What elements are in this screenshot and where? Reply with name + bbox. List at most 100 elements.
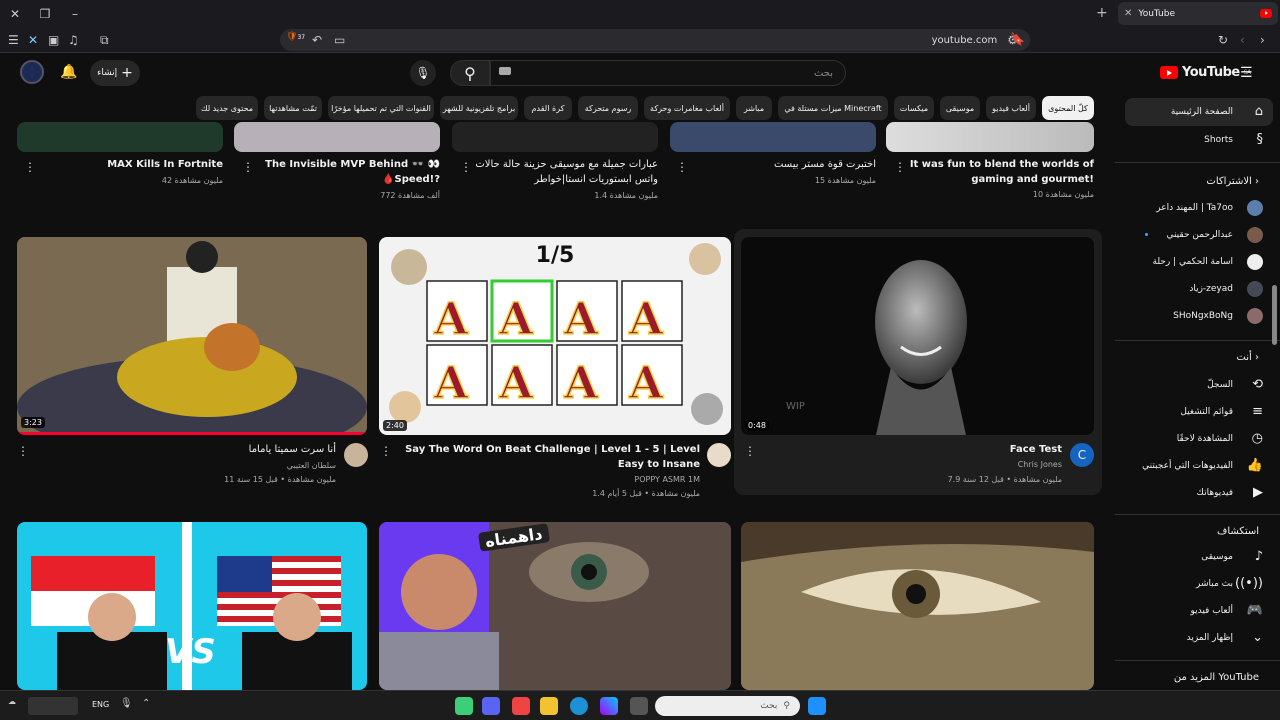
guide-menu-icon[interactable]: ☰ bbox=[1240, 65, 1253, 81]
sidebar-sub-1[interactable]: عبدالرحمن حقيني bbox=[1125, 221, 1273, 249]
channel-avatar[interactable]: C bbox=[1070, 443, 1094, 467]
chip-action-adventure[interactable]: ألعاب مغامرات وحركة bbox=[644, 96, 730, 120]
video-title[interactable]: عبارات جميلة مع موسيقى حزينة حالة حالات … bbox=[474, 157, 658, 187]
reader-icon[interactable]: ▭ bbox=[334, 33, 345, 47]
video-thumbnail[interactable] bbox=[234, 122, 440, 152]
sidebar-item-history[interactable]: السجلّ ⟲ bbox=[1125, 371, 1273, 399]
video-thumbnail-food[interactable]: 3:23 bbox=[17, 237, 367, 435]
video-thumbnail[interactable] bbox=[670, 122, 876, 152]
sidebar-item-music[interactable]: موسيقى ♪ bbox=[1125, 543, 1273, 571]
search-input[interactable]: بحث bbox=[490, 60, 846, 86]
chip-mixes[interactable]: ميكسات bbox=[894, 96, 934, 120]
sidebar-item-live[interactable]: بث مباشر ((•)) bbox=[1125, 570, 1273, 598]
taskbar-search[interactable]: بحث ⚲ bbox=[655, 696, 800, 716]
video-title[interactable]: Say The Word On Beat Challenge | Level 1… bbox=[400, 442, 700, 472]
youtube-logo[interactable]: YouTube SA bbox=[1160, 65, 1251, 80]
chip-music[interactable]: موسيقى bbox=[940, 96, 980, 120]
task-view-icon[interactable] bbox=[630, 697, 648, 715]
restore-window-icon[interactable]: ❐ bbox=[30, 0, 60, 27]
more-options-icon[interactable]: ⋮ bbox=[24, 160, 36, 174]
chip-gaming[interactable]: ألعاب فيديو bbox=[986, 96, 1036, 120]
video-title[interactable]: اختبرت قوة مستر بيست bbox=[690, 157, 876, 172]
sidebar-sub-4[interactable]: SHoNgxBoNg bbox=[1125, 302, 1273, 330]
x-app-icon[interactable] bbox=[512, 697, 530, 715]
screenshot-icon[interactable]: ⧉ bbox=[100, 33, 109, 48]
sidebar-item-home[interactable]: الصفحة الرئيسية ⌂ bbox=[1125, 98, 1273, 126]
video-title[interactable]: أنا سرت سميتا ياماما bbox=[40, 442, 336, 457]
video-thumbnail[interactable] bbox=[886, 122, 1094, 152]
more-options-icon[interactable]: ⋮ bbox=[460, 160, 472, 174]
you-heading[interactable]: أنت › bbox=[1125, 352, 1259, 363]
video-thumbnail[interactable] bbox=[17, 122, 223, 152]
copilot-icon[interactable] bbox=[600, 697, 618, 715]
widgets-icon[interactable] bbox=[28, 697, 78, 715]
chip-football[interactable]: كرة القدم bbox=[524, 96, 572, 120]
language-indicator[interactable]: ENG bbox=[92, 700, 109, 709]
sidebar-sub-0[interactable]: المهند داعر | Ta7oo bbox=[1125, 194, 1273, 222]
sidebar-item-show-more[interactable]: إظهار المزيد ⌄ bbox=[1125, 624, 1273, 652]
chip-animation[interactable]: رسوم متحركة bbox=[578, 96, 638, 120]
channel-avatar[interactable] bbox=[344, 443, 368, 467]
new-tab-icon[interactable]: + bbox=[1096, 5, 1108, 21]
start-windows-icon[interactable] bbox=[808, 697, 826, 715]
shield-icon[interactable]: 🛡37 bbox=[286, 32, 305, 42]
more-options-icon[interactable]: ⋮ bbox=[894, 160, 906, 174]
sidebar-item-your-videos[interactable]: فيديوهاتك ▶ bbox=[1125, 479, 1273, 507]
video-title[interactable]: It was fun to blend the worlds of gaming… bbox=[908, 157, 1094, 187]
edge-icon[interactable] bbox=[570, 697, 588, 715]
video-title[interactable]: MAX Kills In Fortnite bbox=[40, 157, 223, 172]
minimize-window-icon[interactable]: – bbox=[60, 0, 90, 27]
microphone-icon[interactable]: 🎙 bbox=[120, 698, 133, 709]
chip-new-to-you[interactable]: محتوى جديد لك bbox=[196, 96, 258, 120]
sidebar-sub-3[interactable]: زياد-zeyad bbox=[1125, 275, 1273, 303]
discord-icon[interactable] bbox=[482, 697, 500, 715]
more-options-icon[interactable]: ⋮ bbox=[676, 160, 688, 174]
file-explorer-icon[interactable] bbox=[540, 697, 558, 715]
account-avatar[interactable] bbox=[20, 60, 44, 84]
tray-chevron-up-icon[interactable]: ⌃ bbox=[142, 698, 150, 709]
sidebar-item-shorts[interactable]: Shorts § bbox=[1125, 126, 1273, 154]
notifications-bell-icon[interactable]: 🔔 bbox=[60, 64, 77, 80]
weather-widget[interactable]: ☁ bbox=[8, 697, 16, 706]
sidebar-icon[interactable]: ▣ bbox=[48, 33, 59, 47]
close-tab-icon[interactable]: ✕ bbox=[1124, 8, 1132, 19]
sidebar-sub-2[interactable]: اسامة الحكمي | رحلة bbox=[1125, 248, 1273, 276]
channel-avatar[interactable] bbox=[707, 443, 731, 467]
bookmark-icon[interactable]: 🔖 bbox=[1010, 32, 1025, 46]
more-options-icon[interactable]: ⋮ bbox=[242, 160, 254, 174]
more-options-icon[interactable]: ⋮ bbox=[17, 444, 29, 458]
chip-recently-uploaded[interactable]: القنوات التي تم تحميلها مؤخرًا bbox=[328, 96, 434, 120]
sidebar-item-gaming[interactable]: ألعاب فيديو 🎮 bbox=[1125, 597, 1273, 625]
url-field[interactable]: youtube.com ⚙ bbox=[280, 29, 1030, 51]
voice-search-mic-icon[interactable]: 🎙 bbox=[410, 60, 436, 86]
chip-tv-shows[interactable]: برامج تلفزيونية للشهر bbox=[440, 96, 518, 120]
video-thumbnail-anime-eye[interactable] bbox=[741, 522, 1094, 690]
keyboard-icon[interactable] bbox=[499, 67, 511, 75]
sidebar-item-playlists[interactable]: قوائم التشغيل ≡ bbox=[1125, 398, 1273, 426]
chip-watched[interactable]: تمّت مشاهدتها bbox=[264, 96, 322, 120]
menu-icon[interactable]: ☰ bbox=[8, 33, 19, 47]
create-button[interactable]: إنشاء + bbox=[90, 60, 140, 86]
app-icon[interactable] bbox=[455, 697, 473, 715]
video-thumbnail-flags[interactable]: VS bbox=[17, 522, 367, 690]
back-icon[interactable]: ‹ bbox=[1240, 33, 1245, 47]
more-options-icon[interactable]: ⋮ bbox=[744, 444, 756, 458]
more-options-icon[interactable]: ⋮ bbox=[380, 444, 392, 458]
chip-all[interactable]: كلّ المحتوى bbox=[1042, 96, 1094, 120]
video-thumbnail-face-test[interactable]: WIP 0:48 bbox=[741, 237, 1094, 435]
browser-tab[interactable]: ✕ YouTube bbox=[1118, 2, 1278, 25]
chip-minecraft[interactable]: ميزات مستلة في Minecraft bbox=[778, 96, 888, 120]
chip-live[interactable]: مباشر bbox=[736, 96, 772, 120]
reload-icon[interactable]: ↻ bbox=[1218, 33, 1228, 47]
close-window-icon[interactable]: ✕ bbox=[0, 0, 30, 27]
x-app-icon[interactable]: ✕ bbox=[28, 33, 38, 47]
sidebar-item-liked[interactable]: الفيديوهات التي أعجبتني 👍 bbox=[1125, 452, 1273, 480]
search-button[interactable]: ⚲ bbox=[450, 60, 490, 86]
forward-icon[interactable]: › bbox=[1260, 33, 1265, 47]
video-title[interactable]: Face Test bbox=[780, 442, 1062, 457]
page-scrollbar[interactable] bbox=[1272, 285, 1277, 345]
music-icon[interactable]: ♫ bbox=[68, 33, 79, 47]
channel-name[interactable]: POPPY ASMR 1M bbox=[400, 473, 700, 486]
video-thumbnail[interactable] bbox=[452, 122, 658, 152]
video-thumbnail-reaction[interactable]: داهمناه bbox=[379, 522, 731, 690]
